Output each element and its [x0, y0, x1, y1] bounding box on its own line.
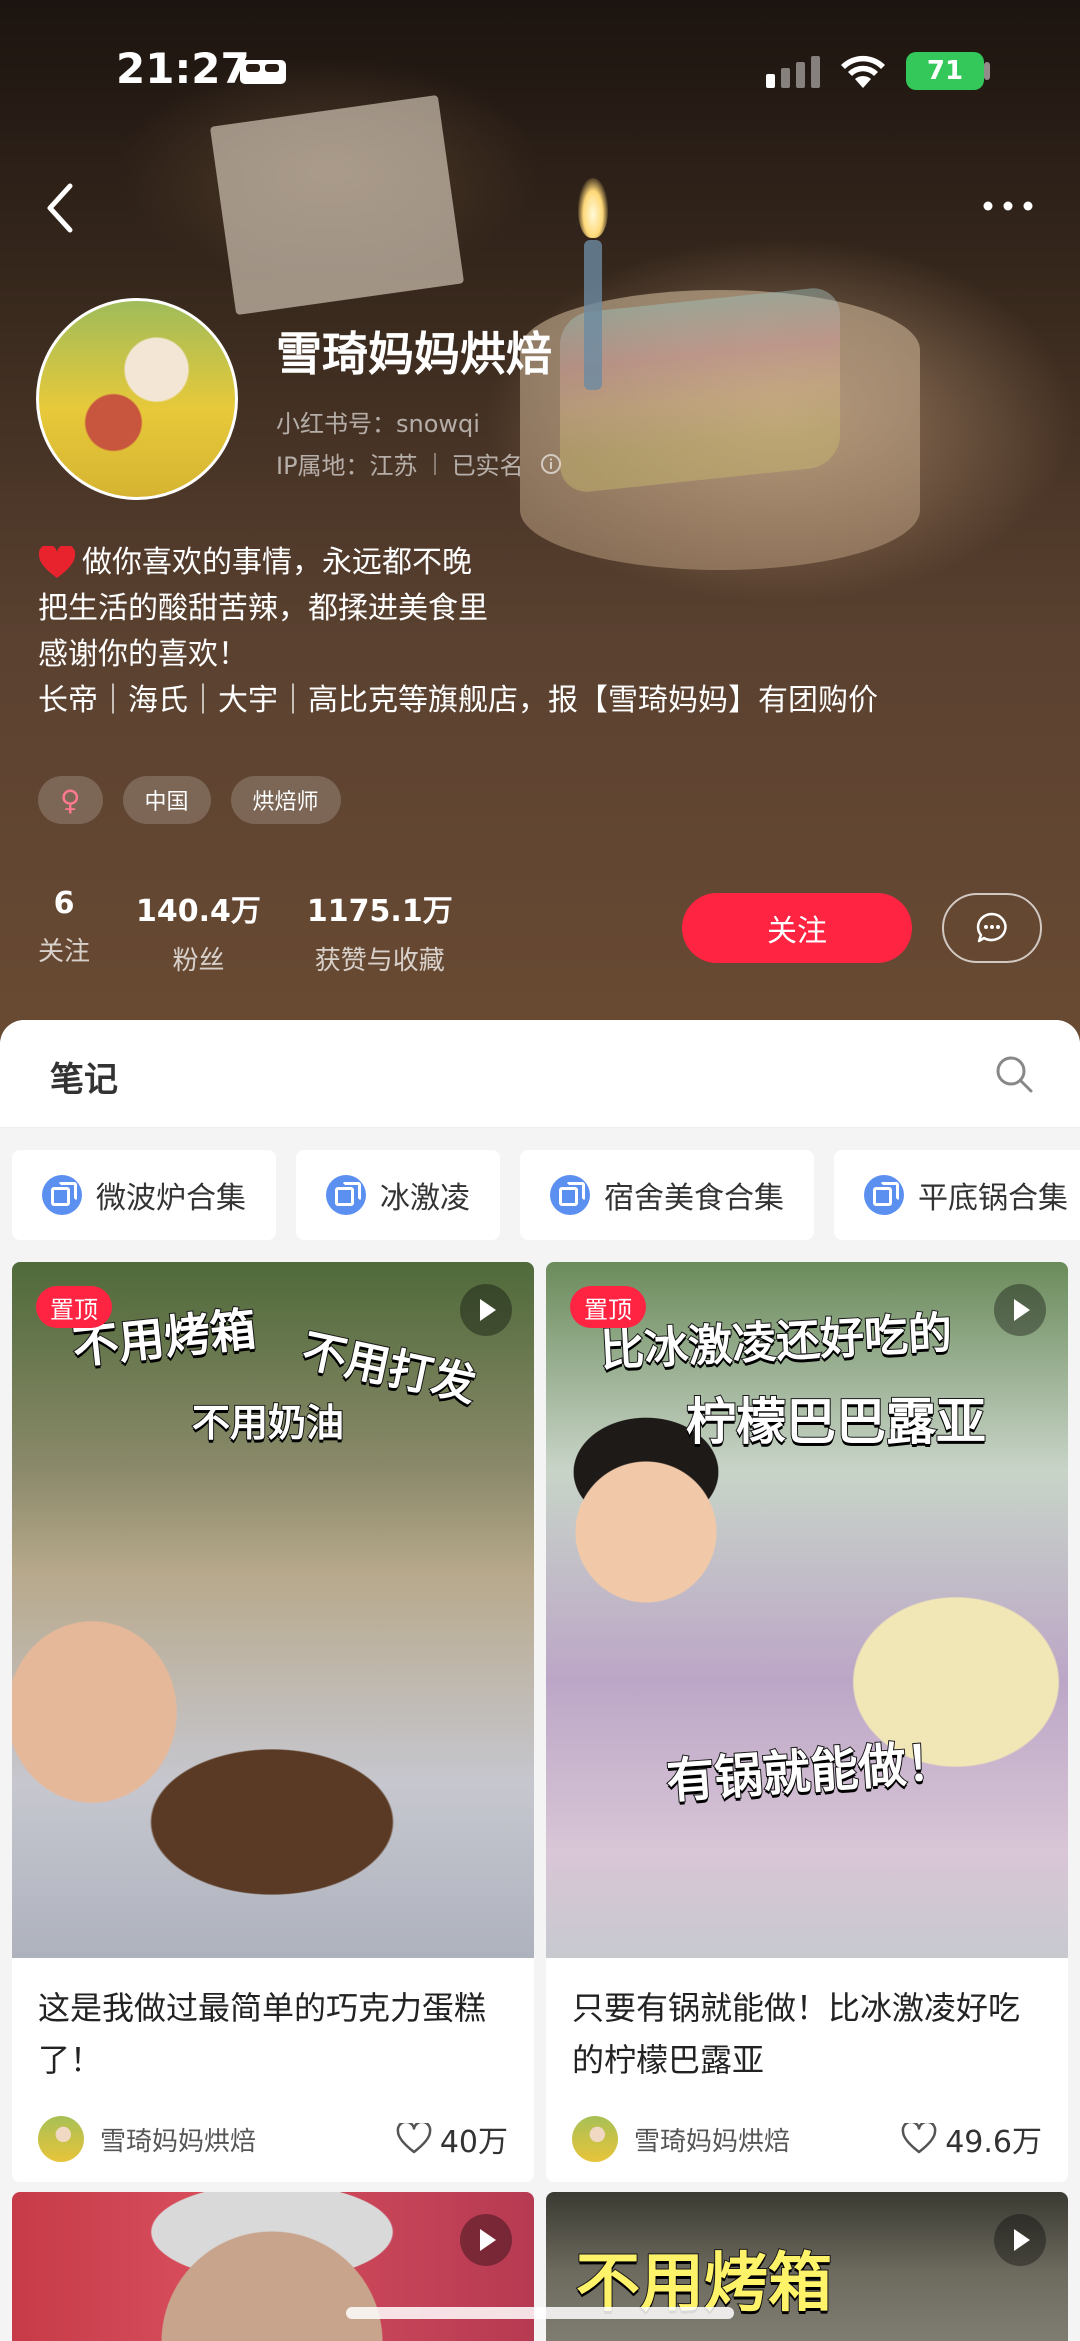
- collection-label: 微波炉合集: [96, 1181, 246, 1216]
- search-icon[interactable]: [994, 1054, 1034, 1094]
- bio-line: 长帝｜海氏｜大宇｜高比克等旗舰店，报【雪琦妈妈】有团购价: [38, 678, 1048, 724]
- profile-red-id[interactable]: 小红书号：snowqi: [276, 404, 480, 439]
- info-icon[interactable]: [540, 453, 562, 475]
- author-avatar: [572, 2116, 618, 2162]
- background-candle: [584, 240, 602, 390]
- message-button[interactable]: [942, 893, 1042, 963]
- video-play-icon: [460, 2214, 512, 2266]
- background-cake-layers: [560, 285, 840, 495]
- cover-caption: 比冰激凌还好吃的: [598, 1307, 954, 1378]
- status-bar: 21:27 71: [0, 0, 1080, 140]
- collection-label: 宿舍美食合集: [604, 1181, 784, 1216]
- stat-value: 1175.1万: [306, 894, 453, 929]
- collection-label: 平底锅合集: [918, 1181, 1068, 1216]
- stat-label: 粉丝: [172, 946, 225, 976]
- like-count[interactable]: 49.6万: [901, 2117, 1042, 2161]
- sleep-focus-icon: [240, 60, 286, 84]
- collection-chip[interactable]: 宿舍美食合集: [520, 1150, 814, 1240]
- collection-chip[interactable]: 冰激凌: [296, 1150, 500, 1240]
- bio-line: 感谢你的喜欢！: [38, 632, 1048, 678]
- author-avatar: [38, 2116, 84, 2162]
- ip-location: IP属地：江苏: [276, 452, 418, 480]
- video-play-icon: [994, 1284, 1046, 1336]
- collection-chip[interactable]: 平底锅合集: [834, 1150, 1080, 1240]
- like-value: 40万: [439, 2125, 508, 2160]
- note-card[interactable]: 比冰激凌还好吃的 柠檬巴巴露亚 有锅就能做！ 置顶 只要有锅就能做！比冰激凌好吃…: [546, 1262, 1068, 2182]
- profile-nickname: 雪琦妈妈烘焙: [276, 327, 552, 381]
- battery-level: 71: [926, 56, 964, 86]
- wifi-icon: [841, 55, 885, 88]
- stat-label: 获赞与收藏: [314, 946, 445, 976]
- bio-text: 把生活的酸甜苦辣，都揉进美食里: [38, 591, 488, 626]
- bio-text: 做你喜欢的事情，永远都不晚: [82, 545, 472, 580]
- stat-label: 关注: [38, 937, 91, 967]
- note-author[interactable]: 雪琦妈妈烘焙: [572, 2116, 790, 2162]
- heart-outline-icon: [901, 2123, 937, 2154]
- like-count[interactable]: 40万: [396, 2117, 508, 2161]
- collection-label: 冰激凌: [380, 1181, 470, 1216]
- note-title[interactable]: 这是我做过最简单的巧克力蛋糕了！: [12, 1958, 534, 2096]
- pinned-badge: 置顶: [570, 1286, 646, 1328]
- background-flame: [578, 178, 608, 238]
- author-name: 雪琦妈妈烘焙: [634, 2126, 791, 2157]
- bio-text: 感谢你的喜欢！: [38, 637, 248, 672]
- tab-notes[interactable]: 笔记: [50, 1052, 118, 1101]
- collection-icon: [42, 1175, 82, 1215]
- more-options-icon[interactable]: [980, 196, 1036, 216]
- divider: [433, 452, 436, 475]
- video-play-icon: [994, 2214, 1046, 2266]
- profile-avatar[interactable]: [36, 298, 238, 500]
- collection-chips: 微波炉合集 冰激凌 宿舍美食合集 平底锅合集: [12, 1150, 1080, 1240]
- note-cover-image[interactable]: 比冰激凌还好吃的 柠檬巴巴露亚 有锅就能做！ 置顶: [546, 1262, 1068, 1958]
- like-value: 49.6万: [945, 2125, 1042, 2160]
- back-icon[interactable]: [40, 180, 84, 236]
- tag-occupation: 烘焙师: [230, 776, 341, 824]
- battery-cap: [984, 62, 990, 80]
- stat-followers[interactable]: 140.4万 粉丝: [136, 886, 261, 977]
- gender-female-icon: ♀: [38, 776, 103, 824]
- stat-value: 6: [53, 886, 75, 921]
- collection-icon: [864, 1175, 904, 1215]
- profile-bio: 做你喜欢的事情，永远都不晚 把生活的酸甜苦辣，都揉进美食里 感谢你的喜欢！ 长帝…: [38, 540, 1048, 724]
- pinned-badge: 置顶: [36, 1286, 112, 1328]
- note-footer: 雪琦妈妈烘焙 49.6万: [546, 2096, 1068, 2182]
- cover-caption: 有锅就能做！: [664, 1733, 957, 1811]
- bio-line: 做你喜欢的事情，永远都不晚: [38, 540, 1048, 586]
- follow-button[interactable]: 关注: [682, 893, 912, 963]
- note-title[interactable]: 只要有锅就能做！比冰激凌好吃的柠檬巴露亚: [546, 1958, 1068, 2096]
- verified-label: 已实名: [451, 452, 524, 480]
- cellular-signal-icon: [766, 56, 820, 88]
- profile-screen: 21:27 71 雪琦妈妈烘焙 小红书号：snowqi IP属地：江苏 已实名 …: [0, 0, 1080, 2341]
- home-indicator[interactable]: [346, 2307, 734, 2319]
- video-play-icon: [460, 1284, 512, 1336]
- collection-icon: [550, 1175, 590, 1215]
- profile-tags: ♀ 中国 烘焙师: [38, 776, 341, 824]
- notes-tab-bar: 笔记: [0, 1020, 1080, 1128]
- stat-value: 140.4万: [136, 894, 261, 929]
- author-name: 雪琦妈妈烘焙: [100, 2126, 257, 2157]
- note-cover-image[interactable]: 不用烤箱 不用打发 不用奶油 置顶: [12, 1262, 534, 1958]
- note-card[interactable]: 不用烤箱 不用打发 不用奶油 置顶 这是我做过最简单的巧克力蛋糕了！ 雪琦妈妈烘…: [12, 1262, 534, 2182]
- status-time: 21:27: [116, 44, 250, 93]
- profile-stats: 6 关注 140.4万 粉丝 1175.1万 获赞与收藏: [38, 886, 453, 977]
- cover-caption: 柠檬巴巴露亚: [685, 1392, 987, 1452]
- collection-chip[interactable]: 微波炉合集: [12, 1150, 276, 1240]
- tag-location: 中国: [122, 776, 211, 824]
- profile-ip-line: IP属地：江苏 已实名: [276, 446, 562, 481]
- red-heart-icon: [38, 546, 76, 578]
- stat-likes-collects[interactable]: 1175.1万 获赞与收藏: [307, 886, 453, 977]
- note-footer: 雪琦妈妈烘焙 40万: [12, 2096, 534, 2182]
- stat-following[interactable]: 6 关注: [38, 886, 90, 977]
- bio-text: 长帝｜海氏｜大宇｜高比克等旗舰店，报【雪琦妈妈】有团购价: [38, 683, 878, 718]
- note-author[interactable]: 雪琦妈妈烘焙: [38, 2116, 256, 2162]
- notes-panel: 笔记 微波炉合集 冰激凌 宿舍美食合集 平底锅合集 不用烤箱 不用打发 不用奶油…: [0, 1020, 1080, 2341]
- cover-caption: 不用奶油: [191, 1400, 345, 1446]
- battery-indicator: 71: [906, 52, 984, 90]
- collection-icon: [326, 1175, 366, 1215]
- bio-line: 把生活的酸甜苦辣，都揉进美食里: [38, 586, 1048, 632]
- heart-outline-icon: [396, 2123, 432, 2154]
- chat-bubble-icon: [976, 912, 1007, 943]
